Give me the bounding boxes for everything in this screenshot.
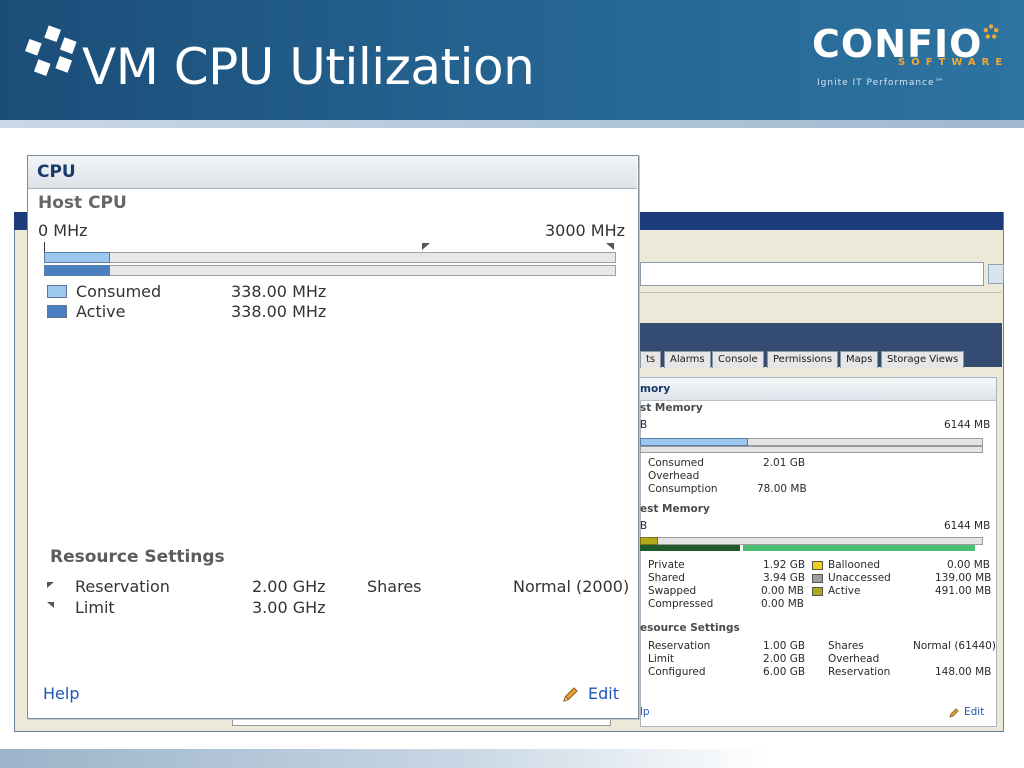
- active-value: 338.00 MHz: [231, 302, 327, 321]
- bg-help-link[interactable]: lp: [640, 706, 650, 718]
- guest-memory-heading: est Memory: [640, 503, 710, 515]
- host-memory-overhead-label: Overhead: [648, 470, 700, 482]
- bg-configured-value: 6.00 GB: [763, 666, 806, 678]
- active-label: Active: [76, 302, 126, 321]
- bg-reservation-label: Reservation: [648, 640, 711, 652]
- logo-tagline: Ignite IT Performance™: [817, 78, 945, 88]
- bg-limit-label: Limit: [648, 653, 675, 665]
- reservation-label: Reservation: [75, 577, 170, 596]
- consumed-value: 338.00 MHz: [231, 282, 327, 301]
- guest-swapped-value: 0.00 MB: [761, 585, 804, 597]
- guest-ballooned-value: 0.00 MB: [947, 559, 990, 571]
- guest-compressed-value: 0.00 MB: [761, 598, 804, 610]
- bg-overhead-label: Overhead: [828, 653, 880, 665]
- tab-events[interactable]: ts: [640, 351, 662, 368]
- go-icon[interactable]: [988, 264, 1004, 284]
- guest-memory-scale-min: B: [640, 520, 648, 532]
- limit-marker-legend-icon: [47, 602, 54, 608]
- reservation-marker-icon: [422, 243, 430, 250]
- shares-label: Shares: [367, 577, 422, 596]
- ballooned-swatch: [812, 561, 823, 570]
- host-memory-consumption-label: Consumption: [648, 483, 718, 495]
- memory-panel-header: [640, 378, 996, 401]
- bg-reservation-value: 1.00 GB: [763, 640, 806, 652]
- bg-edit-link[interactable]: Edit: [964, 706, 984, 718]
- consumed-swatch: [47, 285, 67, 298]
- host-memory-scale-min: B: [640, 419, 648, 431]
- reservation-value: 2.00 GHz: [252, 577, 326, 596]
- bg-limit-value: 2.00 GB: [763, 653, 806, 665]
- memory-panel-title: mory: [640, 383, 671, 395]
- bg-shares-label: Shares: [828, 640, 864, 652]
- guest-private-label: Private: [648, 559, 685, 571]
- host-memory-consumed-label: Consumed: [648, 457, 704, 469]
- resource-settings-heading: Resource Settings: [50, 547, 225, 567]
- host-cpu-scale-max: 3000 MHz: [545, 221, 626, 240]
- active-swatch: [812, 587, 823, 596]
- bg-resource-settings-heading: esource Settings: [640, 622, 740, 634]
- bg-reservation2-label: Reservation: [828, 666, 891, 678]
- reservation-marker-legend-icon: [47, 582, 54, 588]
- tab-storage-views[interactable]: Storage Views: [881, 351, 965, 368]
- address-input[interactable]: [640, 262, 984, 286]
- active-bar-fill: [44, 265, 110, 276]
- consumed-bar-fill: [44, 252, 110, 263]
- limit-value: 3.00 GHz: [252, 598, 326, 617]
- tab-alarms[interactable]: Alarms: [664, 351, 711, 368]
- logo-star-icon: [983, 24, 999, 39]
- host-cpu-scale-min: 0 MHz: [38, 221, 88, 240]
- host-memory-heading: st Memory: [640, 402, 703, 414]
- help-link[interactable]: Help: [43, 684, 79, 703]
- consumed-label: Consumed: [76, 282, 162, 301]
- bg-reservation2-value: 148.00 MB: [935, 666, 992, 678]
- edit-pencil-icon[interactable]: [562, 685, 580, 703]
- cpu-panel-title: CPU: [37, 162, 76, 182]
- active-swatch: [47, 305, 67, 318]
- guest-unaccessed-label: Unaccessed: [828, 572, 891, 584]
- shares-value: Normal (2000): [513, 577, 630, 596]
- unaccessed-swatch: [812, 574, 823, 583]
- guest-memory-shared-fill: [743, 545, 975, 551]
- guest-shared-value: 3.94 GB: [763, 572, 806, 584]
- tab-maps[interactable]: Maps: [840, 351, 879, 368]
- confio-pinwheel-icon: [25, 25, 77, 76]
- guest-active-label: Active: [828, 585, 861, 597]
- consumed-bar-track: [44, 252, 616, 263]
- guest-shared-label: Shared: [648, 572, 685, 584]
- guest-private-value: 1.92 GB: [763, 559, 806, 571]
- tab-permissions[interactable]: Permissions: [767, 351, 839, 368]
- active-bar-track: [44, 265, 616, 276]
- host-memory-scale-max: 6144 MB: [944, 419, 991, 431]
- bg-edit-pencil-icon[interactable]: [948, 707, 960, 719]
- slide-title: VM CPU Utilization: [82, 38, 535, 96]
- host-cpu-heading: Host CPU: [38, 193, 127, 213]
- bg-configured-label: Configured: [648, 666, 706, 678]
- limit-label: Limit: [75, 598, 115, 617]
- edit-link[interactable]: Edit: [588, 684, 619, 703]
- host-memory-consumed-value: 2.01 GB: [763, 457, 806, 469]
- bg-lower-pane: [232, 719, 611, 726]
- logo-subtext: SOFTWARE: [898, 57, 1009, 68]
- guest-compressed-label: Compressed: [648, 598, 714, 610]
- guest-memory-private-fill: [640, 545, 740, 551]
- guest-unaccessed-value: 139.00 MB: [935, 572, 992, 584]
- guest-memory-bar-track: [640, 537, 983, 545]
- header-rule: [0, 120, 1024, 128]
- host-memory-consumption-value: 78.00 MB: [757, 483, 807, 495]
- guest-memory-scale-max: 6144 MB: [944, 520, 991, 532]
- host-memory-bar-fill: [640, 438, 748, 446]
- cpu-panel-header: [28, 156, 637, 189]
- guest-swapped-label: Swapped: [648, 585, 697, 597]
- tab-console[interactable]: Console: [712, 351, 764, 368]
- toolbar-divider: [640, 292, 1002, 293]
- slide-footer: [0, 749, 1024, 768]
- guest-memory-active-fill: [640, 537, 658, 545]
- limit-marker-icon: [606, 243, 614, 250]
- bg-shares-value: Normal (61440): [913, 640, 996, 652]
- host-memory-bar-track-2: [640, 446, 983, 453]
- guest-ballooned-label: Ballooned: [828, 559, 881, 571]
- guest-active-value: 491.00 MB: [935, 585, 992, 597]
- scale-start-tick: [44, 242, 45, 252]
